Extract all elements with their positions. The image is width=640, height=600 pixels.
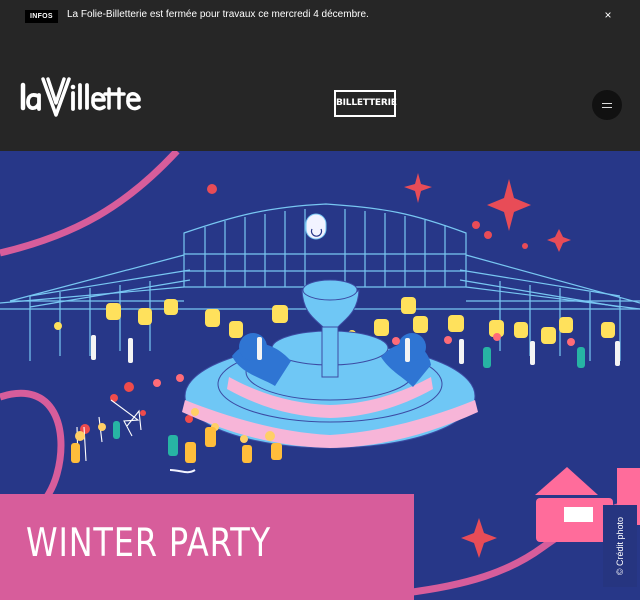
- menu-button[interactable]: [592, 90, 622, 120]
- ticket-office-button[interactable]: BILLETTERIE: [334, 90, 397, 117]
- info-badge: INFOS: [25, 10, 58, 23]
- photo-credit-text: © Crédit photo: [615, 516, 625, 576]
- announcement-bar: INFOS La Folie-Billetterie est fermée po…: [0, 0, 640, 30]
- hamburger-icon: [602, 107, 612, 108]
- lavillette-logo[interactable]: [18, 75, 142, 119]
- announcement-message: La Folie-Billetterie est fermée pour tra…: [67, 9, 369, 20]
- close-icon[interactable]: ×: [600, 7, 616, 23]
- site-header: BILLETTERIE: [0, 30, 640, 151]
- hamburger-icon: [602, 103, 612, 104]
- photo-credit: © Crédit photo: [603, 505, 637, 587]
- event-title[interactable]: WINTER PARTY: [26, 522, 271, 566]
